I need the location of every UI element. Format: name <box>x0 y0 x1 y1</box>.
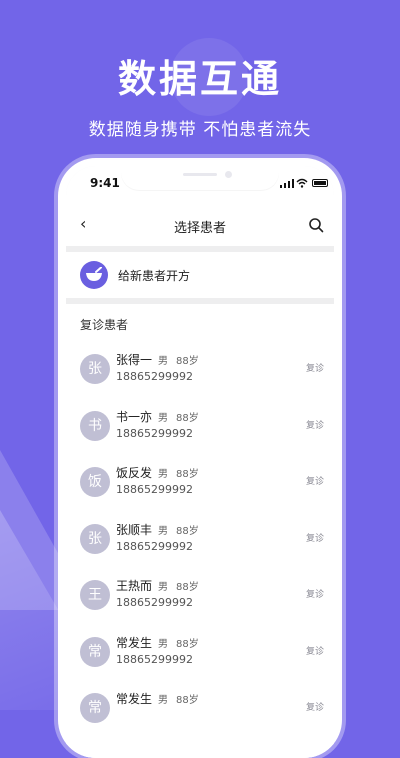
hero-title: 数据互通 <box>117 57 282 101</box>
status-bar: 9:41 <box>66 166 334 204</box>
patient-phone: 18865299992 <box>116 540 193 553</box>
phone-notch <box>121 166 279 190</box>
speaker-grille <box>183 173 217 176</box>
patient-row[interactable]: 张张得一男 88岁 18865299992 复诊 <box>66 342 334 398</box>
patient-row[interactable]: 饭饭反发男 88岁 18865299992 复诊 <box>66 455 334 511</box>
patient-age: 88岁 <box>176 526 199 537</box>
signal-icon <box>280 179 294 188</box>
phone-mockup: 9:41 ‹ 选择患者 给新患者开方 复诊患者 张 张得一 男 88岁 1886… <box>58 158 342 758</box>
revisit-button[interactable]: 复诊 <box>306 474 324 487</box>
revisit-button[interactable]: 复诊 <box>306 361 324 374</box>
hero-subtitle: 数据随身携带 不怕患者流失 <box>88 120 312 140</box>
nav-bar: ‹ 选择患者 <box>66 204 334 252</box>
patient-row[interactable]: 张张顺丰男 88岁 18865299992 复诊 <box>66 512 334 568</box>
battery-icon <box>312 179 328 187</box>
revisit-button[interactable]: 复诊 <box>306 644 324 657</box>
patient-row[interactable]: 常常发生男 88岁 18865299992 复诊 <box>66 625 334 681</box>
status-time: 9:41 <box>90 176 120 190</box>
page-title: 选择患者 <box>173 221 226 236</box>
patient-gender: 男 <box>158 582 168 593</box>
patient-row[interactable]: 书书一亦男 88岁 18865299992 复诊 <box>66 399 334 455</box>
mortar-bowl-icon <box>80 261 108 289</box>
new-patient-label: 给新患者开方 <box>118 269 191 283</box>
patient-phone: 18865299992 <box>116 596 193 609</box>
patient-name: 张得一 <box>116 353 153 367</box>
section-title: 复诊患者 <box>80 318 129 332</box>
patient-gender: 男 <box>158 639 168 650</box>
avatar: 常 <box>80 693 110 723</box>
phone-screen: 9:41 ‹ 选择患者 给新患者开方 复诊患者 张 张得一 男 88岁 1886… <box>66 166 334 758</box>
patient-row[interactable]: 王王热而男 88岁 18865299992 复诊 <box>66 568 334 624</box>
patient-name: 书一亦 <box>116 410 153 424</box>
new-patient-prescription-button[interactable]: 给新患者开方 <box>66 252 334 304</box>
patient-gender: 男 <box>158 526 168 537</box>
revisit-button[interactable]: 复诊 <box>306 531 324 544</box>
avatar: 饭 <box>80 467 110 497</box>
patient-list: 复诊患者 张张得一男 88岁 18865299992 复诊书书一亦男 88岁 188652… <box>66 304 334 758</box>
patient-phone: 18865299992 <box>116 427 193 440</box>
patient-age: 88岁 <box>176 582 199 593</box>
patient-row[interactable]: 常常发生男 88岁 复诊 <box>66 681 334 737</box>
patient-name: 常发生 <box>116 636 153 650</box>
revisit-button[interactable]: 复诊 <box>306 700 324 713</box>
patient-age: 88岁 <box>176 413 199 424</box>
patient-age: 88岁 <box>176 695 199 706</box>
avatar: 常 <box>80 637 110 667</box>
front-camera <box>225 171 232 178</box>
patient-phone: 18865299992 <box>116 653 193 666</box>
patient-phone: 18865299992 <box>116 483 193 496</box>
patient-age: 88岁 <box>176 469 199 480</box>
avatar: 王 <box>80 580 110 610</box>
patient-gender: 男 <box>158 695 168 706</box>
revisit-button[interactable]: 复诊 <box>306 418 324 431</box>
patient-phone: 18865299992 <box>116 370 193 383</box>
wifi-icon <box>296 178 308 188</box>
revisit-button[interactable]: 复诊 <box>306 587 324 600</box>
patient-gender: 男 <box>158 469 168 480</box>
avatar: 张 <box>80 354 110 384</box>
patient-name: 饭反发 <box>116 466 153 480</box>
patient-gender: 男 <box>158 356 168 367</box>
patient-gender: 男 <box>158 413 168 424</box>
patient-age: 88岁 <box>176 639 199 650</box>
patient-name: 王热而 <box>116 579 153 593</box>
patient-name: 常发生 <box>116 692 153 706</box>
avatar: 书 <box>80 411 110 441</box>
patient-name: 张顺丰 <box>116 523 153 537</box>
search-icon[interactable] <box>308 217 324 233</box>
patient-age: 88岁 <box>176 356 199 367</box>
avatar: 张 <box>80 524 110 554</box>
